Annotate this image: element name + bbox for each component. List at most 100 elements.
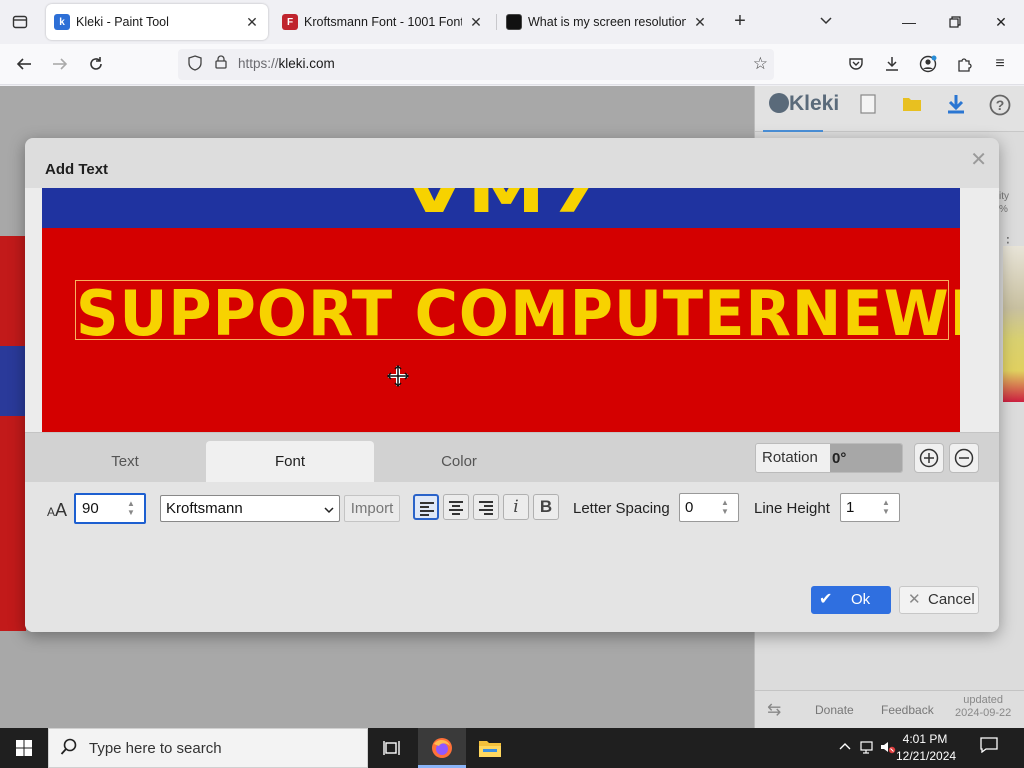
font-size-spinner[interactable]: ▲ ▼: [126, 499, 136, 517]
side-panel-header: Kleki ?: [755, 86, 1024, 132]
save-download-icon[interactable]: [943, 94, 969, 120]
minimize-button[interactable]: —: [886, 8, 932, 36]
tab-color[interactable]: Color: [375, 441, 543, 483]
search-placeholder: Type here to search: [89, 740, 222, 757]
firefox-view-icon[interactable]: [8, 10, 32, 34]
bold-button[interactable]: B: [533, 494, 559, 520]
kleki-logo: Kleki: [769, 92, 839, 116]
show-hidden-icons-chevron-icon[interactable]: [838, 740, 852, 755]
zoom-out-icon[interactable]: [949, 443, 979, 473]
line-height-input[interactable]: 1 ▲ ▼: [840, 493, 900, 522]
extensions-puzzle-icon[interactable]: [952, 52, 976, 76]
swap-arrows-icon[interactable]: ⇆: [767, 700, 781, 720]
letter-spacing-label: Letter Spacing: [573, 500, 670, 517]
lock-icon[interactable]: [212, 55, 230, 73]
close-tab-icon[interactable]: ✕: [468, 14, 484, 31]
active-underline: [763, 130, 823, 132]
tab-bar: k Kleki - Paint Tool ✕ F Kroftsmann Font…: [0, 0, 1024, 44]
rotation-slider[interactable]: Rotation 0°: [755, 443, 903, 473]
ok-button[interactable]: ✔ Ok: [811, 586, 891, 614]
restore-button[interactable]: [932, 8, 978, 36]
add-text-dialog: Add Text ✕ VM7 SUPPORT COMPUTERNEWBISIM …: [25, 138, 999, 632]
font-size-icon: AA: [47, 500, 68, 520]
line-height-label: Line Height: [754, 500, 830, 517]
updated-info: updated 2024-09-22: [955, 694, 1011, 720]
volume-muted-icon[interactable]: [880, 740, 896, 757]
account-icon[interactable]: [916, 52, 940, 76]
reload-icon[interactable]: [84, 52, 108, 76]
canvas-red-region: [0, 236, 26, 346]
letter-spacing-spinner[interactable]: ▲ ▼: [720, 498, 730, 516]
system-clock[interactable]: 4:01 PM 12/21/2024: [896, 731, 957, 765]
bookmark-star-icon[interactable]: ☆: [753, 54, 768, 74]
tracking-protection-shield-icon[interactable]: [186, 55, 204, 73]
align-left-button[interactable]: [413, 494, 439, 520]
back-arrow-icon[interactable]: [12, 52, 36, 76]
search-icon: [60, 738, 78, 761]
monitor-favicon-icon: [506, 14, 522, 30]
letter-spacing-input[interactable]: 0 ▲ ▼: [679, 493, 739, 522]
dialog-title: Add Text: [45, 161, 109, 178]
updated-label: updated: [963, 694, 1004, 706]
italic-button[interactable]: i: [503, 494, 529, 520]
zoom-in-icon[interactable]: [914, 443, 944, 473]
align-right-button[interactable]: [473, 494, 499, 520]
close-window-button[interactable]: ✕: [978, 8, 1024, 36]
help-question-icon[interactable]: ?: [987, 94, 1013, 120]
address-bar[interactable]: https://kleki.com ☆: [178, 49, 774, 80]
taskbar-search[interactable]: Type here to search: [48, 728, 368, 768]
clock-time: 4:01 PM: [902, 732, 948, 746]
cancel-x-icon: ✕: [908, 591, 921, 608]
preview-text-box[interactable]: SUPPORT COMPUTERNEWBISIM: [75, 277, 960, 350]
downloads-icon[interactable]: [880, 52, 904, 76]
forward-arrow-icon[interactable]: [48, 52, 72, 76]
chevron-down-icon: [324, 496, 334, 525]
tab-separator: [496, 14, 497, 30]
feedback-link[interactable]: Feedback: [881, 703, 934, 717]
font-family-value: Kroftsmann: [166, 500, 243, 517]
new-tab-button[interactable]: +: [728, 10, 752, 34]
dialog-tabs: Text Font Color Rotation 0°: [25, 432, 999, 483]
donate-link[interactable]: Donate: [815, 703, 854, 717]
firefox-taskbar-icon[interactable]: [418, 728, 466, 768]
list-all-tabs-chevron-icon[interactable]: [814, 10, 838, 34]
clock-date: 12/21/2024: [896, 749, 957, 763]
tab-font[interactable]: Font: [206, 441, 374, 483]
line-height-value: 1: [846, 499, 855, 516]
checkmark-icon: ✔: [819, 591, 833, 608]
tab-kroftsmann[interactable]: F Kroftsmann Font - 1001 Fonts ✕: [274, 4, 492, 40]
color-slider[interactable]: [1003, 246, 1024, 402]
tab-text[interactable]: Text: [41, 441, 209, 483]
side-panel-partial-label: ity %: [999, 191, 1009, 215]
start-button[interactable]: [0, 728, 48, 768]
windows-logo-icon: [16, 740, 32, 756]
align-center-button[interactable]: [443, 494, 469, 520]
url-scheme: https://: [238, 56, 279, 71]
svg-text:?: ?: [996, 97, 1005, 113]
line-height-spinner[interactable]: ▲ ▼: [881, 498, 891, 516]
letter-spacing-value: 0: [685, 499, 694, 516]
tab-title: Kleki - Paint Tool: [76, 15, 169, 29]
hamburger-menu-icon[interactable]: ≡: [988, 52, 1012, 76]
close-tab-icon[interactable]: ✕: [692, 14, 708, 31]
open-folder-icon[interactable]: [899, 94, 925, 120]
text-preview[interactable]: VM7 SUPPORT COMPUTERNEWBISIM: [25, 188, 999, 432]
close-tab-icon[interactable]: ✕: [244, 14, 260, 31]
canvas-red-region: [0, 416, 26, 631]
network-icon[interactable]: [860, 740, 876, 757]
close-dialog-icon[interactable]: ✕: [970, 147, 987, 172]
pocket-icon[interactable]: [844, 52, 868, 76]
tab-kleki[interactable]: k Kleki - Paint Tool ✕: [46, 4, 268, 40]
new-image-icon[interactable]: [855, 94, 881, 120]
align-right-icon: [479, 501, 493, 517]
kleki-favicon-icon: k: [54, 14, 70, 30]
preview-text-content: SUPPORT COMPUTERNEWBISIM: [76, 277, 960, 350]
font-family-select[interactable]: Kroftsmann: [160, 495, 340, 522]
font-size-input[interactable]: 90 ▲ ▼: [74, 493, 146, 524]
file-explorer-icon[interactable]: [466, 728, 514, 768]
task-view-icon[interactable]: [368, 728, 416, 768]
import-font-button[interactable]: Import: [344, 495, 400, 522]
tab-screen-resolution[interactable]: What is my screen resolution - ✕: [498, 4, 716, 40]
notifications-icon[interactable]: [980, 737, 998, 758]
cancel-button[interactable]: ✕ Cancel: [899, 586, 979, 614]
